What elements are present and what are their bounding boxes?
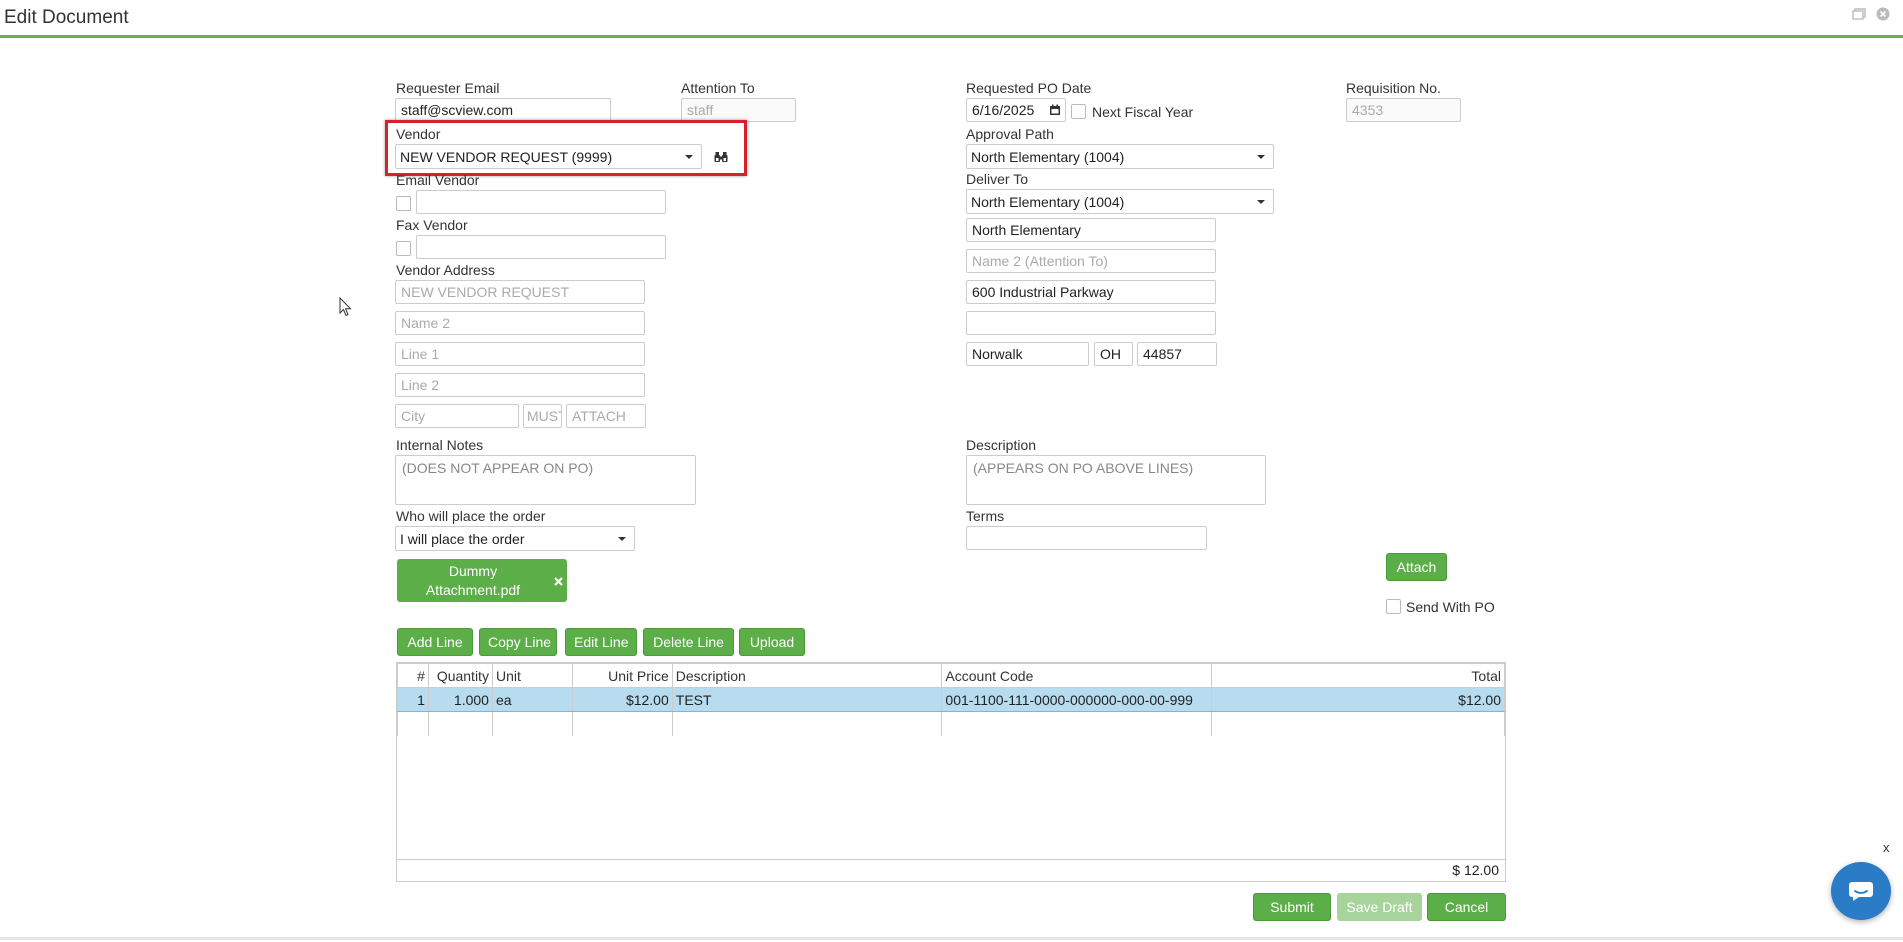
col-description-header[interactable]: Description — [671, 663, 943, 688]
description-label: Description — [966, 437, 1037, 453]
table-row[interactable]: 1 1.000 ea $12.00 TEST 001-1100-111-0000… — [397, 687, 1505, 712]
grid-footer-total: $ 12.00 — [397, 859, 1505, 881]
who-places-select[interactable]: I will place the order — [395, 526, 635, 551]
deliver-to-line2-field[interactable] — [966, 311, 1216, 335]
cancel-button[interactable]: Cancel — [1427, 893, 1506, 921]
next-fiscal-year-checkbox[interactable] — [1071, 104, 1086, 119]
approval-path-label: Approval Path — [966, 126, 1054, 142]
send-with-po-checkbox[interactable] — [1386, 599, 1401, 614]
vendor-select[interactable]: NEW VENDOR REQUEST (9999) — [395, 144, 702, 169]
vendor-address-line2-field[interactable]: Line 2 — [395, 373, 645, 397]
vendor-address-zip-field[interactable]: ATTACH — [566, 404, 646, 428]
mouse-cursor-icon — [339, 296, 352, 320]
window-title: Edit Document — [4, 7, 129, 28]
deliver-to-line1-field[interactable]: 600 Industrial Parkway — [966, 280, 1216, 304]
deliver-to-state-field[interactable]: OH — [1094, 342, 1133, 366]
chat-bubble-icon — [1848, 880, 1874, 905]
terms-field[interactable] — [966, 526, 1207, 550]
po-date-field[interactable]: 6/16/2025 — [966, 98, 1066, 122]
approval-path-value: North Elementary (1004) — [971, 149, 1125, 165]
approval-path-select[interactable]: North Elementary (1004) — [966, 144, 1274, 169]
cell-total: $12.00 — [1211, 687, 1505, 712]
attachment-name: Dummy Attachment.pdf — [425, 563, 521, 598]
internal-notes-textarea[interactable]: (DOES NOT APPEAR ON PO) — [395, 455, 696, 505]
submit-button[interactable]: Submit — [1253, 893, 1331, 921]
upload-button[interactable]: Upload — [739, 628, 805, 656]
lines-header-row: # Quantity Unit Unit Price Description A… — [397, 663, 1505, 688]
col-unit-price-header[interactable]: Unit Price — [571, 663, 673, 688]
deliver-to-value: North Elementary (1004) — [971, 194, 1125, 210]
cell-quantity: 1.000 — [427, 687, 493, 712]
edit-line-button[interactable]: Edit Line — [565, 628, 637, 656]
restore-icon[interactable] — [1851, 7, 1867, 23]
window-title-bar — [0, 0, 1903, 38]
col-total-header[interactable]: Total — [1211, 663, 1505, 688]
col-account-code-header[interactable]: Account Code — [941, 663, 1213, 688]
cell-unit: ea — [491, 687, 573, 712]
chevron-down-icon — [1257, 200, 1265, 204]
requisition-no-field: 4353 — [1346, 98, 1461, 122]
vendor-address-name2-field[interactable]: Name 2 — [395, 311, 645, 335]
attach-button[interactable]: Attach — [1386, 553, 1447, 581]
requester-email-label: Requester Email — [396, 80, 500, 96]
fax-vendor-checkbox[interactable] — [396, 241, 411, 256]
deliver-to-zip-field[interactable]: 44857 — [1137, 342, 1217, 366]
cell-account-code: 001-1100-111-0000-000000-000-00-999 — [941, 687, 1213, 712]
save-draft-button: Save Draft — [1337, 893, 1422, 921]
vendor-address-name-field[interactable]: NEW VENDOR REQUEST — [395, 280, 645, 304]
empty-grid-area — [397, 711, 1505, 736]
add-line-button[interactable]: Add Line — [397, 628, 473, 656]
cell-unit-price: $12.00 — [571, 687, 673, 712]
requisition-no-label: Requisition No. — [1346, 80, 1441, 96]
internal-notes-label: Internal Notes — [396, 437, 484, 453]
close-circle-icon[interactable] — [1875, 7, 1891, 23]
deliver-to-name-field[interactable]: North Elementary — [966, 218, 1216, 242]
attention-to-label: Attention To — [681, 80, 755, 96]
chevron-down-icon — [1257, 155, 1265, 159]
chevron-down-icon — [618, 537, 626, 541]
vendor-address-city-field[interactable]: City — [395, 404, 519, 428]
vendor-address-state-field[interactable]: MUST — [523, 404, 562, 428]
lines-grid: # Quantity Unit Unit Price Description A… — [396, 662, 1506, 882]
next-fiscal-year-label: Next Fiscal Year — [1092, 104, 1194, 120]
deliver-to-label: Deliver To — [966, 171, 1028, 187]
vendor-lookup-binoculars-icon[interactable] — [714, 150, 728, 166]
email-vendor-label: Email Vendor — [396, 172, 480, 188]
delete-line-button[interactable]: Delete Line — [643, 628, 734, 656]
cell-description: TEST — [671, 687, 943, 712]
fax-vendor-label: Fax Vendor — [396, 217, 468, 233]
deliver-to-city-field[interactable]: Norwalk — [966, 342, 1089, 366]
copy-line-button[interactable]: Copy Line — [479, 628, 557, 656]
remove-attachment-icon[interactable] — [553, 574, 564, 590]
vendor-address-label: Vendor Address — [396, 262, 495, 278]
attachment-chip[interactable]: Dummy Attachment.pdf — [397, 559, 567, 602]
cell-number: 1 — [397, 687, 429, 712]
email-vendor-field[interactable] — [416, 190, 666, 214]
chat-close-button[interactable]: x — [1883, 840, 1890, 855]
chevron-down-icon — [685, 155, 693, 159]
po-date-value: 6/16/2025 — [972, 102, 1035, 118]
requester-email-field[interactable]: staff@scview.com — [395, 98, 611, 122]
send-with-po-label: Send With PO — [1406, 599, 1495, 615]
requested-po-date-label: Requested PO Date — [966, 80, 1092, 96]
bottom-divider — [0, 937, 1903, 940]
calendar-icon[interactable] — [1049, 103, 1061, 119]
vendor-address-line1-field[interactable]: Line 1 — [395, 342, 645, 366]
deliver-to-name2-field[interactable]: Name 2 (Attention To) — [966, 249, 1216, 273]
deliver-to-select[interactable]: North Elementary (1004) — [966, 189, 1274, 214]
chat-launcher-button[interactable] — [1831, 862, 1891, 920]
who-places-label: Who will place the order — [396, 508, 546, 524]
email-vendor-checkbox[interactable] — [396, 196, 411, 211]
fax-vendor-field[interactable] — [416, 235, 666, 259]
col-number-header[interactable]: # — [397, 663, 429, 688]
col-quantity-header[interactable]: Quantity — [427, 663, 493, 688]
col-unit-header[interactable]: Unit — [491, 663, 573, 688]
vendor-select-value: NEW VENDOR REQUEST (9999) — [400, 149, 613, 165]
terms-label: Terms — [966, 508, 1005, 524]
who-places-value: I will place the order — [400, 531, 525, 547]
description-textarea[interactable]: (APPEARS ON PO ABOVE LINES) — [966, 455, 1266, 505]
attention-to-field[interactable]: staff — [681, 98, 796, 122]
